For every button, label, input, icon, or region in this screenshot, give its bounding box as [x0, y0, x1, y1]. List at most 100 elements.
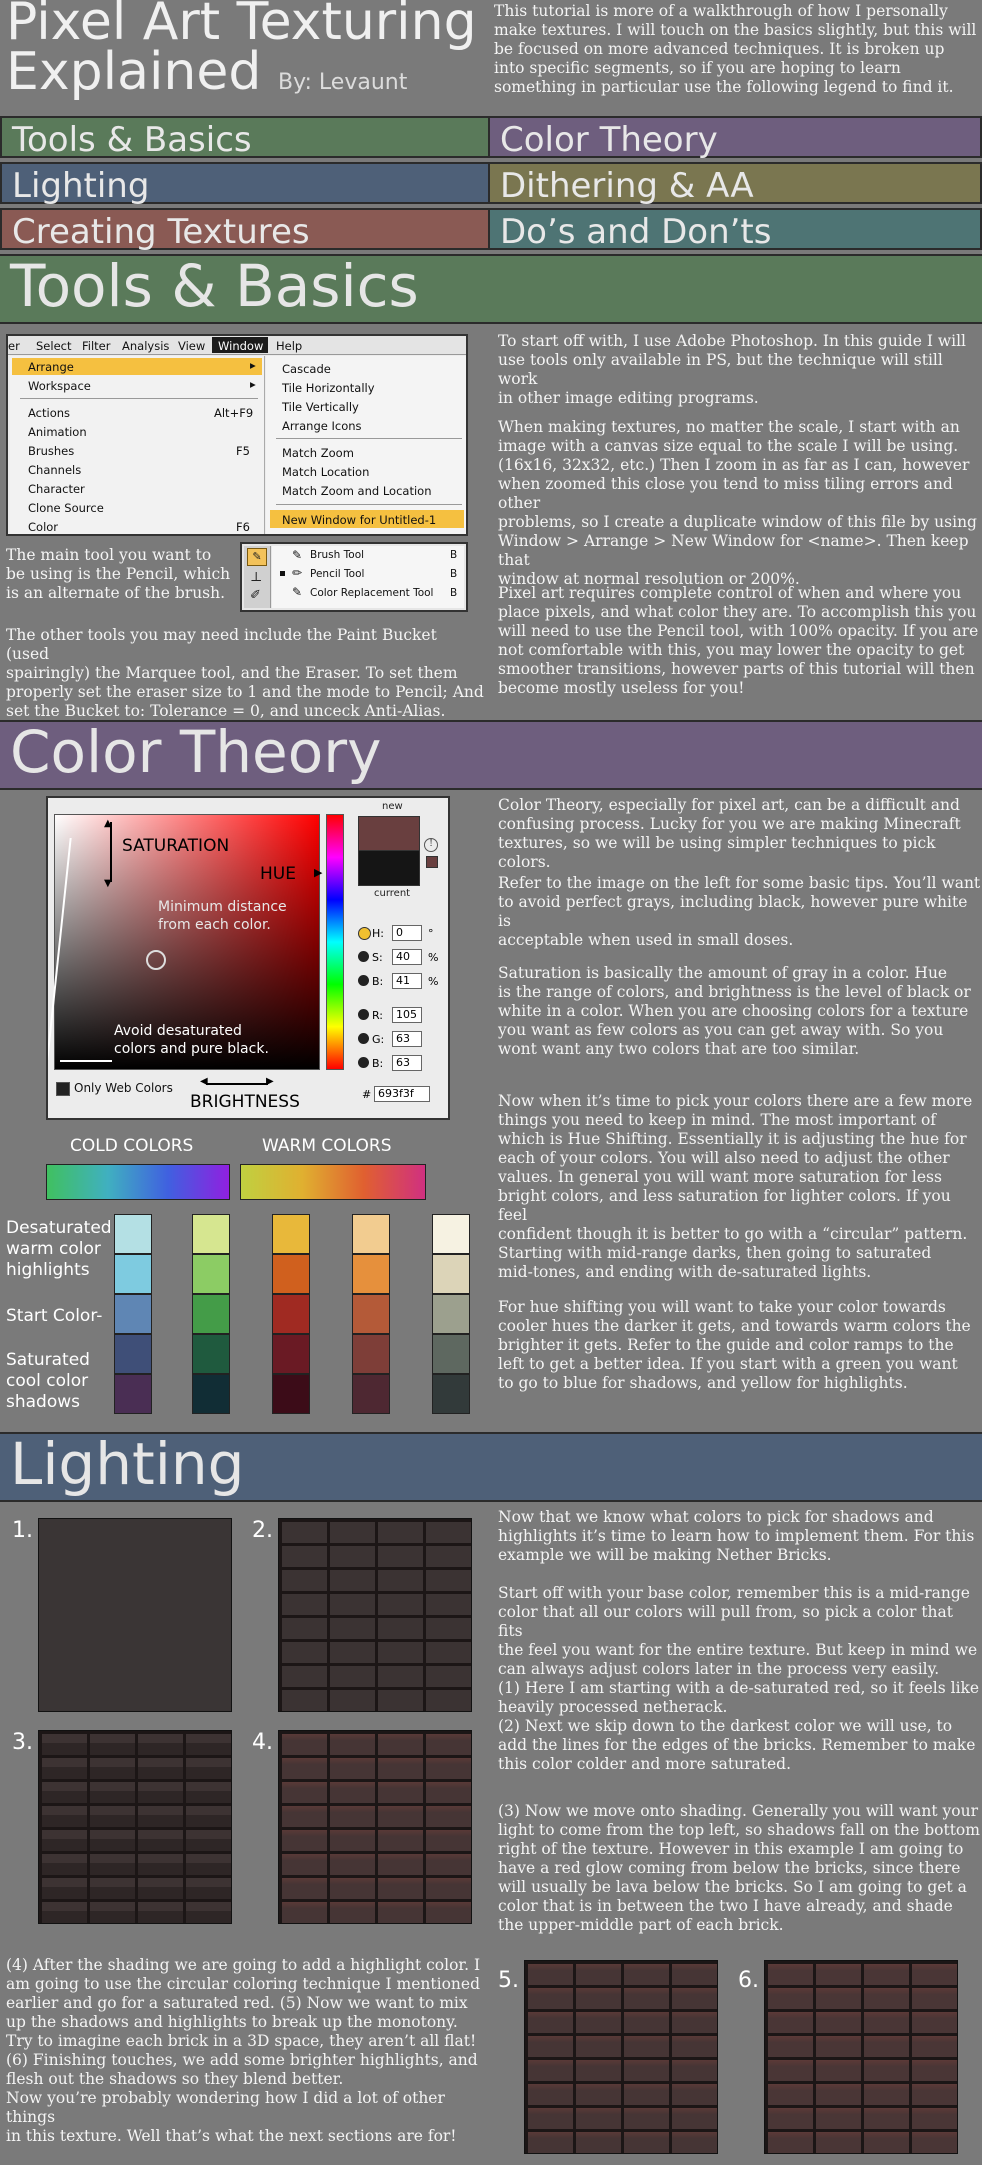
ramp-swatch — [352, 1214, 390, 1254]
brush-tool-icon[interactable]: ✎ — [247, 548, 267, 566]
submenu-item[interactable]: Arrange Icons — [282, 419, 362, 433]
radio-r-icon[interactable] — [358, 1009, 369, 1020]
submenu-item[interactable]: Match Zoom — [282, 446, 354, 460]
submenu-item[interactable]: Match Zoom and Location — [282, 484, 431, 498]
legend-color-theory[interactable]: Color Theory — [488, 116, 982, 160]
hue-label: HUE — [260, 864, 296, 884]
web-safe-cube-icon[interactable] — [426, 856, 438, 868]
radio-h-icon[interactable] — [358, 927, 371, 940]
saturation-field[interactable]: 40 — [392, 949, 422, 965]
legend-creating-textures[interactable]: Creating Textures — [0, 208, 490, 252]
flyout-item-pencil[interactable]: Pencil Tool — [310, 568, 364, 580]
section-title: Tools & Basics — [10, 252, 419, 320]
other-tools-text: The other tools you may need include the… — [6, 626, 484, 720]
legend-dos-donts[interactable]: Do’s and Don’ts — [488, 208, 982, 252]
ramp-swatch — [272, 1374, 310, 1414]
legend-dithering-aa[interactable]: Dithering & AA — [488, 162, 982, 206]
tools-paragraph-1: To start off with, I use Adobe Photoshop… — [498, 332, 967, 407]
stamp-tool-icon[interactable]: ⊥ — [250, 570, 262, 585]
step-number: 6. — [738, 1968, 759, 1993]
legend-label: Lighting — [12, 166, 150, 206]
arrow-right-icon: ▶ — [266, 1076, 274, 1087]
hex-hash: # — [362, 1088, 372, 1101]
menu-divider — [276, 504, 462, 505]
submenu-item[interactable]: Match Location — [282, 465, 369, 479]
warm-colors-label: WARM COLORS — [262, 1136, 392, 1156]
hue-field[interactable]: 0 — [392, 925, 422, 941]
radio-s-icon[interactable] — [358, 951, 369, 962]
ramp-swatch — [432, 1214, 470, 1254]
submenu-item[interactable]: Tile Horizontally — [282, 381, 375, 395]
lighting-paragraph-2: Start off with your base color, remember… — [498, 1584, 980, 1773]
hue-arrow-icon: ▶ — [314, 866, 323, 879]
menu-item-clone-source[interactable]: Clone Source — [28, 501, 104, 515]
menubar-item[interactable]: Filter — [82, 339, 110, 353]
step-3-texture — [38, 1730, 232, 1924]
red-field[interactable]: 105 — [392, 1007, 422, 1023]
legend-lighting[interactable]: Lighting — [0, 162, 490, 206]
menu-item-arrange[interactable]: Arrange — [28, 360, 74, 374]
cold-gradient-bar — [46, 1164, 230, 1200]
field-label: H: — [372, 927, 384, 940]
ramp-swatch — [272, 1334, 310, 1374]
history-brush-icon[interactable]: ✐ — [250, 588, 261, 603]
ramp-swatch — [192, 1334, 230, 1374]
picker-cursor-icon[interactable] — [146, 950, 166, 970]
legend-label: Tools & Basics — [12, 120, 252, 160]
menubar-item[interactable]: Select — [36, 339, 71, 353]
flyout-item-color-replacement[interactable]: Color Replacement Tool — [310, 587, 433, 599]
field-unit: % — [428, 975, 439, 988]
green-field[interactable]: 63 — [392, 1031, 422, 1047]
blue-field[interactable]: 63 — [392, 1055, 422, 1071]
radio-blue-icon[interactable] — [358, 1057, 369, 1068]
menubar-item[interactable]: er — [8, 339, 20, 353]
hex-field[interactable]: 693f3f — [374, 1086, 430, 1102]
menu-divider — [276, 438, 462, 439]
section-header-tools: Tools & Basics — [0, 252, 982, 324]
menu-item-animation[interactable]: Animation — [28, 425, 87, 439]
legend-tools-basics[interactable]: Tools & Basics — [0, 116, 490, 160]
color-picker-screenshot: SATURATION ▲ ▼ HUE Minimum distance from… — [46, 796, 450, 1120]
flyout-item-brush[interactable]: Brush Tool — [310, 549, 364, 561]
field-label: S: — [372, 951, 383, 964]
field-unit: ° — [428, 927, 434, 940]
menu-divider — [20, 398, 258, 399]
menubar-item[interactable]: View — [178, 339, 205, 353]
min-distance-label: Minimum distance from each color. — [158, 899, 287, 933]
submenu-item-new-window[interactable]: New Window for Untitled-1 — [282, 513, 436, 527]
gamut-warning-icon[interactable]: ! — [424, 838, 438, 852]
brightness-label: BRIGHTNESS — [190, 1092, 300, 1112]
new-label: new — [382, 801, 403, 812]
submenu-item[interactable]: Cascade — [282, 362, 331, 376]
submenu-item[interactable]: Tile Vertically — [282, 400, 359, 414]
author-credit: By: Levaunt — [278, 70, 408, 95]
intro-paragraph: This tutorial is more of a walkthrough o… — [494, 2, 977, 96]
pencil-tool-text: The main tool you want to be using is th… — [6, 546, 231, 602]
menu-shortcut: F5 — [236, 444, 250, 458]
hue-slider[interactable] — [326, 814, 344, 1070]
radio-g-icon[interactable] — [358, 1033, 369, 1044]
avoid-line-bottom — [60, 1060, 112, 1062]
step-number: 1. — [12, 1518, 33, 1543]
menu-item-channels[interactable]: Channels — [28, 463, 81, 477]
warm-gradient-bar — [240, 1164, 426, 1200]
radio-b-icon[interactable] — [358, 975, 369, 986]
brightness-field[interactable]: 41 — [392, 973, 422, 989]
tool-flyout-screenshot: ✎ ⊥ ✐ ✎ Brush Tool B ✏ Pencil Tool B ✎ C… — [240, 542, 468, 612]
field-label: B: — [372, 975, 384, 988]
ramp-swatch — [272, 1254, 310, 1294]
web-colors-checkbox[interactable] — [56, 1082, 70, 1096]
menu-item-workspace[interactable]: Workspace — [28, 379, 91, 393]
menubar-item[interactable]: Help — [276, 339, 302, 353]
menubar-item[interactable]: Analysis — [122, 339, 169, 353]
legend-label: Do’s and Don’ts — [500, 212, 772, 252]
menu-item-actions[interactable]: Actions — [28, 406, 70, 420]
menubar-item-window[interactable]: Window — [218, 339, 263, 353]
menu-item-brushes[interactable]: Brushes — [28, 444, 74, 458]
saturation-arrow-icon — [110, 822, 112, 882]
menu-item-color[interactable]: Color — [28, 520, 58, 534]
color-paragraph-1: Color Theory, especially for pixel art, … — [498, 796, 961, 871]
menu-item-character[interactable]: Character — [28, 482, 85, 496]
field-unit: % — [428, 951, 439, 964]
brush-icon: ✎ — [292, 548, 303, 562]
